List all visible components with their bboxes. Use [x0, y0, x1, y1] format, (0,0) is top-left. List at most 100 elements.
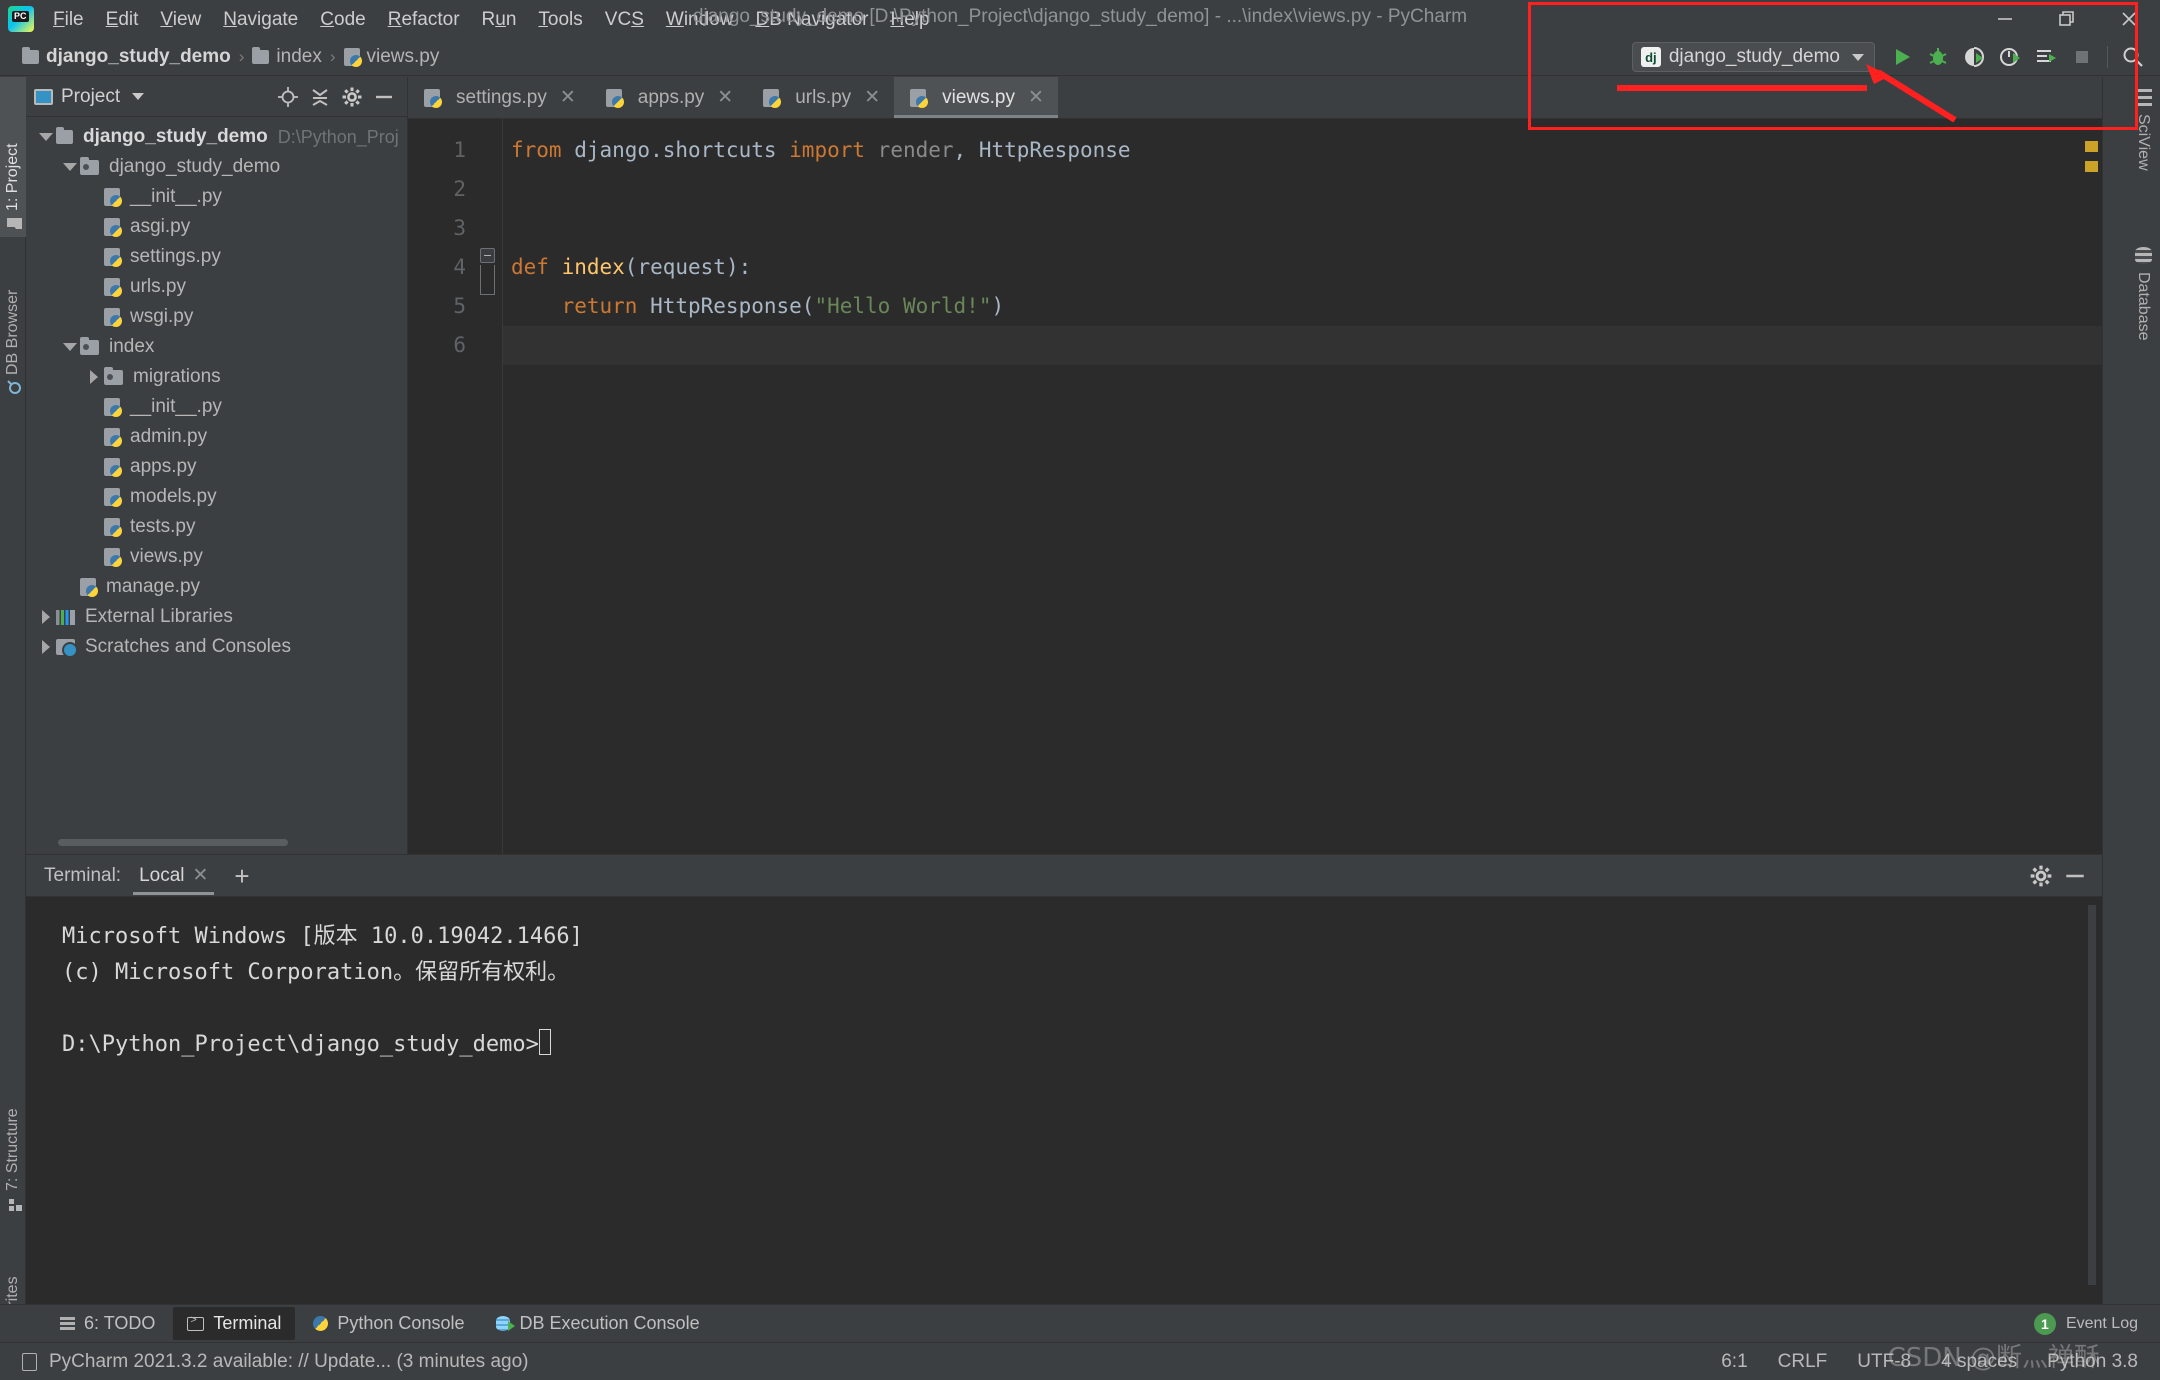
terminal-label: Terminal: — [44, 865, 121, 887]
chevron-right-icon[interactable] — [36, 610, 56, 624]
tree-item[interactable]: django_study_demo — [26, 152, 407, 182]
code-text[interactable]: from django.shortcuts import render, Htt… — [502, 119, 2102, 854]
tree-item[interactable]: __init__.py — [26, 392, 407, 422]
bottom-tab-terminal[interactable]: Terminal — [173, 1307, 295, 1340]
close-icon[interactable]: ✕ — [560, 86, 576, 109]
terminal-scrollbar[interactable] — [2088, 905, 2096, 1285]
python-file-icon — [104, 488, 120, 506]
chevron-down-icon[interactable] — [60, 343, 80, 351]
bottom-tab-db-execution-console[interactable]: DB Execution Console — [482, 1307, 713, 1340]
menu-item-refactor[interactable]: Refactor — [377, 6, 471, 33]
locate-icon[interactable] — [273, 82, 303, 112]
project-tool-window: Project — [26, 77, 408, 854]
code-folding-column[interactable] — [476, 119, 502, 854]
sidebar-item-database[interactable]: Database — [2126, 239, 2160, 399]
tree-item[interactable]: manage.py — [26, 572, 407, 602]
tree-item[interactable]: tests.py — [26, 512, 407, 542]
close-icon[interactable]: ✕ — [193, 864, 209, 887]
marker-warning[interactable] — [2085, 161, 2098, 172]
fold-collapse-icon[interactable] — [480, 248, 495, 263]
debug-button[interactable] — [1921, 42, 1955, 72]
editor-tab-apps[interactable]: apps.py✕ — [590, 77, 747, 118]
tree-item[interactable]: Scratches and Consoles — [26, 632, 407, 662]
menu-item-vcs[interactable]: VCS — [594, 6, 655, 33]
breadcrumb-item-file[interactable]: views.py — [344, 46, 440, 68]
run-with-coverage-button[interactable] — [1957, 42, 1991, 72]
editor-tab-urls[interactable]: urls.py✕ — [747, 77, 894, 118]
hide-icon[interactable] — [2060, 861, 2090, 891]
tree-item[interactable]: migrations — [26, 362, 407, 392]
event-log-group[interactable]: 1 Event Log — [2034, 1313, 2160, 1335]
run-queue-button[interactable] — [2029, 42, 2063, 72]
terminal-prompt: D:\Python_Project\django_study_demo> — [62, 1032, 539, 1057]
terminal-session-tab-local[interactable]: Local ✕ — [133, 856, 214, 895]
menu-item-tools[interactable]: Tools — [527, 6, 593, 33]
chevron-down-icon[interactable] — [60, 163, 80, 171]
close-icon[interactable]: ✕ — [1028, 86, 1044, 109]
minimize-button[interactable] — [1974, 0, 2036, 38]
menu-item-edit[interactable]: Edit — [95, 6, 150, 33]
tree-item[interactable]: wsgi.py — [26, 302, 407, 332]
collapse-all-icon[interactable] — [305, 82, 335, 112]
close-button[interactable] — [2098, 0, 2160, 38]
status-message[interactable]: PyCharm 2021.3.2 available: // Update...… — [49, 1351, 528, 1373]
bottom-tab-todo[interactable]: 6: TODO — [46, 1307, 169, 1340]
breadcrumb-item-index[interactable]: index — [252, 46, 321, 68]
tree-item[interactable]: __init__.py — [26, 182, 407, 212]
menu-item-view[interactable]: View — [149, 6, 212, 33]
tree-item[interactable]: views.py — [26, 542, 407, 572]
tree-item[interactable]: settings.py — [26, 242, 407, 272]
stop-button[interactable] — [2065, 42, 2099, 72]
settings-gear-icon[interactable] — [337, 82, 367, 112]
tree-item[interactable]: urls.py — [26, 272, 407, 302]
sidebar-item-structure[interactable]: 7: Structure — [0, 1057, 26, 1217]
run-configuration-selector[interactable]: dj django_study_demo — [1632, 42, 1875, 72]
run-button[interactable] — [1885, 42, 1919, 72]
menu-item-code[interactable]: Code — [309, 6, 376, 33]
project-tree[interactable]: django_study_demoD:\Python_Projdjango_st… — [26, 117, 407, 662]
breadcrumb-item-project[interactable]: django_study_demo — [22, 46, 231, 68]
close-icon[interactable]: ✕ — [864, 86, 880, 109]
settings-gear-icon[interactable] — [2026, 861, 2056, 891]
new-terminal-session-button[interactable]: + — [226, 863, 257, 889]
search-everywhere-button[interactable] — [2116, 42, 2150, 72]
bottom-tab-python-console[interactable]: Python Console — [299, 1307, 478, 1340]
sidebar-item-sciview[interactable]: SciView — [2126, 81, 2160, 231]
chevron-down-icon[interactable] — [36, 133, 56, 141]
maximize-restore-button[interactable] — [2036, 0, 2098, 38]
tree-item[interactable]: models.py — [26, 482, 407, 512]
terminal-output[interactable]: Microsoft Windows [版本 10.0.19042.1466] (… — [26, 897, 2102, 1344]
chevron-right-icon[interactable] — [36, 640, 56, 654]
status-caret-position[interactable]: 6:1 — [1721, 1351, 1747, 1373]
editor-tab-settings[interactable]: settings.py✕ — [408, 77, 590, 118]
menu-item-navigate[interactable]: Navigate — [212, 6, 309, 33]
terminal-line: Microsoft Windows [版本 10.0.19042.1466] — [62, 924, 583, 949]
sidebar-item-db-browser[interactable]: DB Browser — [0, 241, 26, 401]
tree-item[interactable]: index — [26, 332, 407, 362]
hide-icon[interactable] — [369, 82, 399, 112]
menu-item-file[interactable]: File — [42, 6, 95, 33]
profile-button[interactable] — [1993, 42, 2027, 72]
marker-warning[interactable] — [2085, 141, 2098, 152]
tree-item[interactable]: admin.py — [26, 422, 407, 452]
status-line-separator[interactable]: CRLF — [1778, 1351, 1828, 1373]
tree-item[interactable]: django_study_demoD:\Python_Proj — [26, 122, 407, 152]
code-editor[interactable]: 123456 from django.shortcuts import rend… — [408, 119, 2102, 854]
project-panel-title-group[interactable]: Project — [34, 86, 144, 108]
sidebar-item-project[interactable]: 1: Project — [0, 77, 26, 237]
chevron-right-icon[interactable] — [84, 370, 104, 384]
tree-item[interactable]: asgi.py — [26, 212, 407, 242]
database-icon — [2135, 247, 2152, 264]
close-icon[interactable]: ✕ — [717, 86, 733, 109]
editor-tab-views[interactable]: views.py✕ — [894, 77, 1058, 118]
tree-item[interactable]: apps.py — [26, 452, 407, 482]
breadcrumb-separator: › — [239, 47, 245, 67]
menu-item-run[interactable]: Run — [471, 6, 528, 33]
chevron-down-icon[interactable] — [132, 93, 144, 100]
code-token: from — [511, 138, 574, 162]
window-controls — [1974, 0, 2160, 38]
project-panel-horizontal-scrollbar[interactable] — [58, 839, 288, 846]
notification-icon[interactable] — [22, 1353, 37, 1371]
editor-marker-gutter[interactable] — [2084, 119, 2100, 854]
tree-item[interactable]: External Libraries — [26, 602, 407, 632]
